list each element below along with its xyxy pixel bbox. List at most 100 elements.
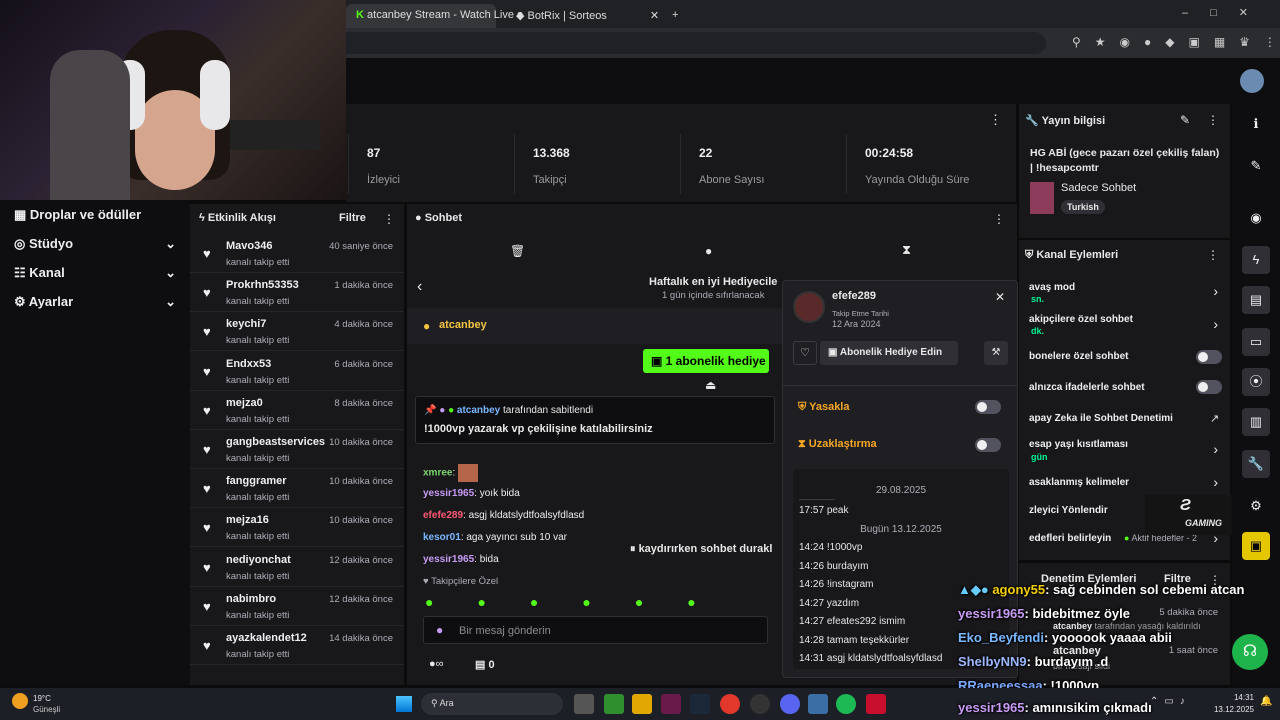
action-goals[interactable]: edefleri belirleyin [1029,533,1111,544]
browser-tab-kick[interactable]: K atcanbey Stream - Watch Live o [346,4,523,28]
gift-sub-button[interactable]: ▣ Abonelik Hediye Edin [820,341,958,365]
app-icon[interactable] [661,694,681,714]
emotes-only-toggle[interactable] [1196,380,1222,394]
action-account-age[interactable]: esap yaşı kısıtlaması [1029,439,1128,450]
gift-subscription-button[interactable]: ▣ 1 abonelik hediye e [643,349,769,373]
notes-icon[interactable]: ▤ [1242,286,1270,314]
ban-toggle[interactable] [975,400,1001,414]
weather-icon[interactable] [12,693,28,709]
activity-item[interactable]: ♥ nediyonchat kanalı takip etti 12 dakika ö… [190,548,404,587]
activity-item[interactable]: ♥ mejza0 kanalı takip etti 8 dakika önce [190,391,404,430]
nav-drops[interactable]: ▦ Droplar ve ödüller [14,207,141,223]
activity-item[interactable]: ♥ gangbeastservices kanalı takip etti 10 da… [190,430,404,469]
hourglass-icon[interactable]: ⧗ [902,242,911,258]
task-view-icon[interactable] [574,694,594,714]
system-tray[interactable]: ⌃▭♪ [1150,696,1191,707]
nav-channel[interactable]: ☷ Kanal ⌄ [14,265,176,281]
trash-icon[interactable]: 🗑 [510,244,525,258]
window-controls[interactable]: –□✕ [1182,6,1270,19]
activity-item[interactable]: ♥ ayazkalendet12 kanalı takip etti 14 dakik… [190,626,404,665]
avatar[interactable] [1240,69,1264,93]
close-icon[interactable]: ✕ [995,290,1005,304]
activity-item[interactable]: ♥ mejza16 kanalı takip etti 10 dakika önce [190,508,404,548]
action-subscribers-only[interactable]: bonelere özel sohbet [1029,351,1128,362]
chat-paused-notice[interactable]: ⏸ kaydırırken sohbet durakl [630,543,772,556]
action-banned-words[interactable]: asaklanmış kelimeler [1029,477,1129,488]
pencil-icon[interactable]: ✎ [1242,152,1270,180]
more-icon[interactable]: ⋮ [383,212,395,226]
shield-icon: ⛨ [798,401,810,413]
steam-icon[interactable] [690,694,710,714]
camera-icon[interactable]: ◉ [1242,204,1270,232]
more-icon[interactable]: ⋮ [1207,113,1219,127]
notification-icon[interactable]: 🔔 [1260,696,1272,707]
address-bar[interactable]: ⚲★◉●◆▣▦♛⋮ [346,28,1280,58]
activity-event: kanalı takip etti [226,531,290,543]
gear-icon: ⚙ [14,294,29,309]
follow-heart-button[interactable]: ♡ [793,341,817,365]
lightning-icon[interactable]: ϟ [1242,246,1270,274]
subscribers-only-toggle[interactable] [1196,350,1222,364]
back-arrow-icon[interactable]: ‹ [417,278,422,296]
activity-item[interactable]: ♥ nabimbro kanalı takip etti 12 dakika önce [190,587,404,626]
stream-category[interactable]: Sadece Sohbet [1061,182,1136,194]
taskbar-search[interactable]: ⚲ Ara [421,693,563,715]
activity-filter-button[interactable]: Filtre [339,212,366,224]
nav-studio[interactable]: ◎ Stüdyo ⌄ [14,236,176,252]
nav-settings[interactable]: ⚙ Ayarlar ⌄ [14,294,176,310]
chevron-right-icon[interactable]: › [1213,441,1218,457]
activity-item[interactable]: ♥ Mavo346 kanalı takip etti 40 saniye önce [190,234,404,273]
emote-picker-icon[interactable]: ●∞ [429,658,444,670]
more-icon[interactable]: ⋮ [1207,248,1219,262]
browser-extensions[interactable]: ⚲★◉●◆▣▦♛⋮ [1072,35,1280,49]
mod-tool-icon[interactable]: ⚒ [984,341,1008,365]
timeout-toggle[interactable] [975,438,1001,452]
action-slow-mode[interactable]: avaş mod [1029,282,1075,293]
folder-icon[interactable] [632,694,652,714]
action-emotes-only[interactable]: alnızca ifadelerle sohbet [1029,382,1145,393]
wrench-icon[interactable]: 🔧 [1242,450,1270,478]
history-message: 14:24 !1000vp [799,542,862,553]
store-icon[interactable]: ▥ [1242,408,1270,436]
info-icon[interactable]: ℹ [1242,110,1270,138]
chrome-icon[interactable] [720,694,740,714]
spotify-icon[interactable] [836,694,856,714]
activity-item[interactable]: ♥ keychi7 kanalı takip etti 4 dakika önce [190,312,404,352]
mod-event-time: 1 saat önce [1168,645,1218,656]
more-icon[interactable]: ⋮ [993,212,1005,226]
browser-tab-botrix[interactable]: ◆ BotRix | Sorteos ✕ [506,4,659,28]
activity-item[interactable]: ♥ Prokrhn53353 kanalı takip etti 1 dakika ö… [190,273,404,313]
headset-icon[interactable]: ☊ [1232,634,1268,670]
emote-bar[interactable]: ●●●●●● [425,594,770,612]
app-icon[interactable] [808,694,828,714]
more-icon[interactable]: ⋮ [989,112,1002,128]
external-link-icon[interactable]: ↗ [1210,412,1219,425]
pencil-icon[interactable]: ✎ [1180,113,1190,127]
collapse-icon[interactable]: ⏏ [705,378,716,392]
chevron-right-icon[interactable]: › [1213,316,1218,332]
settings-icon[interactable]: ⚙ [1242,492,1270,520]
windows-start-icon[interactable] [396,696,412,712]
broadcast-icon[interactable]: ⦿ [1242,368,1270,396]
chat-bubble-icon[interactable]: ● [705,244,712,258]
new-tab-button[interactable]: + [662,4,682,28]
discord-icon[interactable] [780,694,800,714]
obs-icon[interactable] [750,694,770,714]
chevron-right-icon[interactable]: › [1213,283,1218,299]
minecraft-icon[interactable] [604,694,624,714]
action-followers-only[interactable]: akipçilere özel sohbet [1029,314,1133,325]
activity-item[interactable]: ♥ Endxx53 kanalı takip etti 6 dakika önce [190,352,404,391]
chat-icon[interactable]: ▭ [1242,328,1270,356]
heart-icon: ♥ [203,598,211,614]
app-icon[interactable]: ▣ [1242,532,1270,560]
action-account-age-value: gün [1031,452,1048,462]
chevron-right-icon[interactable]: › [1213,474,1218,490]
action-ai-moderation[interactable]: apay Zeka ile Sohbet Denetimi [1029,413,1173,424]
language-tag[interactable]: Turkish [1061,200,1105,214]
close-icon[interactable]: ✕ [650,10,659,22]
action-raid[interactable]: zleyici Yönlendir [1029,505,1108,516]
url-field[interactable] [346,32,1046,54]
app-icon[interactable] [866,694,886,714]
activity-item[interactable]: ♥ fanggramer kanalı takip etti 10 dakika ön… [190,469,404,509]
chat-input[interactable]: ● Bir mesaj gönderin [423,616,768,644]
